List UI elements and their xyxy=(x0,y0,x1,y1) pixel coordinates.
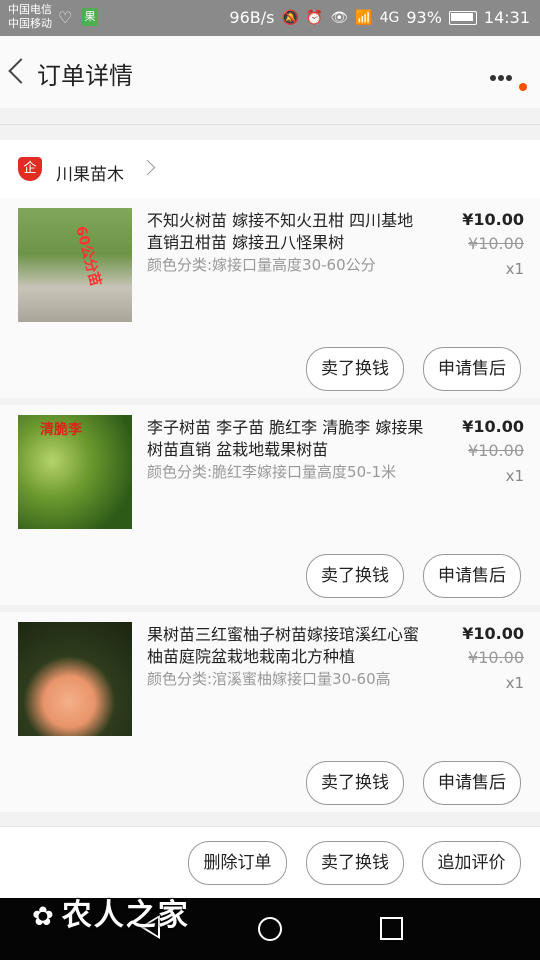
product-image[interactable]: 60公分苗 xyxy=(18,208,132,322)
after-sale-button[interactable]: 申请售后 xyxy=(423,761,521,805)
add-review-button[interactable]: 追加评价 xyxy=(422,841,521,885)
eye-icon: 👁 xyxy=(330,9,349,26)
product-price: ¥10.00 xyxy=(462,417,524,436)
product-image[interactable]: 清脆李 xyxy=(18,415,132,529)
carrier-1: 中国电信 xyxy=(8,3,52,16)
carrier-info: 中国电信 中国移动 xyxy=(8,3,52,31)
sell-button[interactable]: 卖了换钱 xyxy=(306,554,404,598)
status-bar: 中国电信 中国移动 ♡ 果 96B/s 🔕 ⏰ 👁 📶 4G 93% 14:31 xyxy=(0,0,540,36)
original-price: ¥10.00 xyxy=(468,648,524,667)
order-item[interactable]: 清脆李 李子树苗 李子苗 脆红李 清脆李 嫁接果树苗直销 盆栽地载果树苗 颜色分… xyxy=(0,405,540,605)
clock: 14:31 xyxy=(483,8,530,27)
order-item[interactable]: 果树苗三红蜜柚子树苗嫁接琯溪红心蜜柚苗庭院盆栽地栽南北方种植 颜色分类:涫溪蜜柚… xyxy=(0,612,540,812)
watermark-text: 农人之家 xyxy=(61,898,190,933)
sell-button[interactable]: 卖了换钱 xyxy=(306,841,404,885)
notification-dot xyxy=(519,83,527,91)
alarm-icon: ⏰ xyxy=(305,9,324,26)
chevron-right-icon xyxy=(139,159,156,176)
battery-percent: 93% xyxy=(406,8,442,27)
product-title[interactable]: 李子树苗 李子苗 脆红李 清脆李 嫁接果树苗直销 盆栽地载果树苗 xyxy=(147,417,429,461)
original-price: ¥10.00 xyxy=(468,441,524,460)
shop-name: 川果苗木 xyxy=(56,165,124,185)
status-right: 96B/s 🔕 ⏰ 👁 📶 4G 93% 14:31 xyxy=(229,8,530,27)
quantity: x1 xyxy=(505,467,524,485)
product-title[interactable]: 不知火树苗 嫁接不知火丑柑 四川基地直销丑柑苗 嫁接丑八怪果树 xyxy=(147,210,429,254)
health-icon: ♡ xyxy=(58,8,73,27)
watermark-logo-icon: ✿ xyxy=(32,902,56,932)
nav-home-icon[interactable] xyxy=(258,917,282,941)
carrier-2: 中国移动 xyxy=(8,17,52,30)
more-icon[interactable] xyxy=(490,66,520,81)
watermark: ✿ 农人之家 xyxy=(32,890,190,934)
image-label: 60公分苗 xyxy=(72,224,104,289)
back-icon[interactable] xyxy=(6,54,30,90)
shop-icon: 企 xyxy=(18,157,42,181)
app-header: 订单详情 xyxy=(0,36,540,108)
wifi-icon: 📶 xyxy=(355,9,373,26)
signal-label: 4G xyxy=(379,9,400,26)
network-speed: 96B/s xyxy=(229,8,275,27)
product-title[interactable]: 果树苗三红蜜柚子树苗嫁接琯溪红心蜜柚苗庭院盆栽地栽南北方种植 xyxy=(147,624,429,668)
image-label: 清脆李 xyxy=(40,422,82,438)
product-spec: 颜色分类:嫁接口量高度30-60公分 xyxy=(147,256,376,274)
order-item[interactable]: 60公分苗 不知火树苗 嫁接不知火丑柑 四川基地直销丑柑苗 嫁接丑八怪果树 颜色… xyxy=(0,198,540,398)
app-badge: 果 xyxy=(82,8,98,26)
page-title: 订单详情 xyxy=(37,62,133,90)
divider xyxy=(0,124,540,125)
original-price: ¥10.00 xyxy=(468,234,524,253)
product-price: ¥10.00 xyxy=(462,210,524,229)
product-price: ¥10.00 xyxy=(462,624,524,643)
nav-recent-icon[interactable] xyxy=(380,917,403,940)
mute-icon: 🔕 xyxy=(281,9,299,26)
sell-button[interactable]: 卖了换钱 xyxy=(306,347,404,391)
after-sale-button[interactable]: 申请售后 xyxy=(423,554,521,598)
product-image[interactable] xyxy=(18,622,132,736)
delete-order-button[interactable]: 删除订单 xyxy=(188,841,287,885)
quantity: x1 xyxy=(505,674,524,692)
battery-icon xyxy=(448,10,477,25)
after-sale-button[interactable]: 申请售后 xyxy=(423,347,521,391)
shop-row[interactable]: 企 川果苗木 xyxy=(0,140,540,198)
order-footer: 删除订单 卖了换钱 追加评价 xyxy=(0,826,540,899)
product-spec: 颜色分类:涫溪蜜柚嫁接口量30-60高 xyxy=(147,670,391,688)
quantity: x1 xyxy=(505,260,524,278)
product-spec: 颜色分类:脆红李嫁接口量高度50-1米 xyxy=(147,463,397,481)
sell-button[interactable]: 卖了换钱 xyxy=(306,761,404,805)
